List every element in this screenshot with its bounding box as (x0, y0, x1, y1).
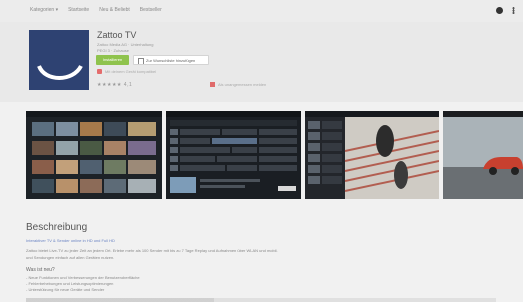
app-title: Zattoo TV (97, 30, 137, 40)
compatibility-note: Mit deinem Gerät kompatibel (105, 69, 157, 74)
bookmark-icon (138, 58, 144, 64)
description-line-1: Interaktiver TV & Sender online in HD un… (26, 238, 115, 243)
nav-categories[interactable]: Kategorien ▾ (30, 7, 58, 13)
nav-new-popular[interactable]: Neu & Beliebt (99, 7, 130, 13)
more-options-icon[interactable] (512, 7, 515, 14)
add-to-wishlist-button[interactable]: Zur Wunschliste hinzufügen (133, 55, 209, 65)
whats-new-line-2: - Fehlerbehebungen und Leistungsoptimier… (26, 281, 114, 286)
report-link[interactable]: Als unangemessen melden (218, 82, 266, 87)
app-logo (29, 30, 89, 90)
screenshot-2[interactable] (166, 111, 301, 199)
top-navigation-bar: Kategorien ▾ Startseite Neu & Beliebt Be… (0, 0, 523, 23)
screenshot-carousel[interactable] (0, 103, 523, 207)
screenshot-2-image (166, 111, 301, 193)
star-rating: ★★★★★ 4,1 (97, 82, 133, 88)
screenshot-1[interactable] (26, 111, 162, 199)
app-content-rating: PEGI 3 · Zuhause (97, 48, 130, 53)
whats-new-line-3: - Unterstützung für neue Geräte und Send… (26, 287, 105, 292)
nav-home[interactable]: Startseite (68, 7, 89, 13)
screenshot-4[interactable] (443, 111, 523, 199)
top-nav-links: Kategorien ▾ Startseite Neu & Beliebt Be… (30, 7, 162, 13)
install-button[interactable]: Installieren (96, 55, 129, 65)
account-avatar-icon[interactable] (496, 7, 503, 14)
screenshot-1-image (26, 111, 162, 193)
app-developer[interactable]: Zattoo Media AG · Unterhaltung (97, 42, 153, 47)
flag-icon[interactable] (210, 82, 215, 87)
app-logo-arc-icon (37, 64, 83, 80)
screenshot-3[interactable] (305, 111, 439, 199)
description-line-3: und Sendungen einfach auf allen Geräten … (26, 255, 115, 260)
wishlist-label: Zur Wunschliste hinzufügen (146, 58, 196, 63)
screenshot-4-image (443, 111, 523, 199)
screenshot-3-image (305, 111, 439, 199)
nav-bestsellers[interactable]: Bestseller (140, 7, 162, 13)
whats-new-heading: Was ist neu? (26, 267, 55, 273)
description-line-2: Zattoo bietet Live-TV zu jeder Zeit an j… (26, 248, 278, 253)
whats-new-line-1: - Neue Funktionen und Verbesserungen der… (26, 275, 140, 280)
compatibility-icon (97, 69, 102, 74)
read-more-strip[interactable] (26, 298, 496, 302)
description-section: Beschreibung Interaktiver TV & Sender on… (0, 210, 523, 302)
description-title: Beschreibung (26, 222, 88, 233)
